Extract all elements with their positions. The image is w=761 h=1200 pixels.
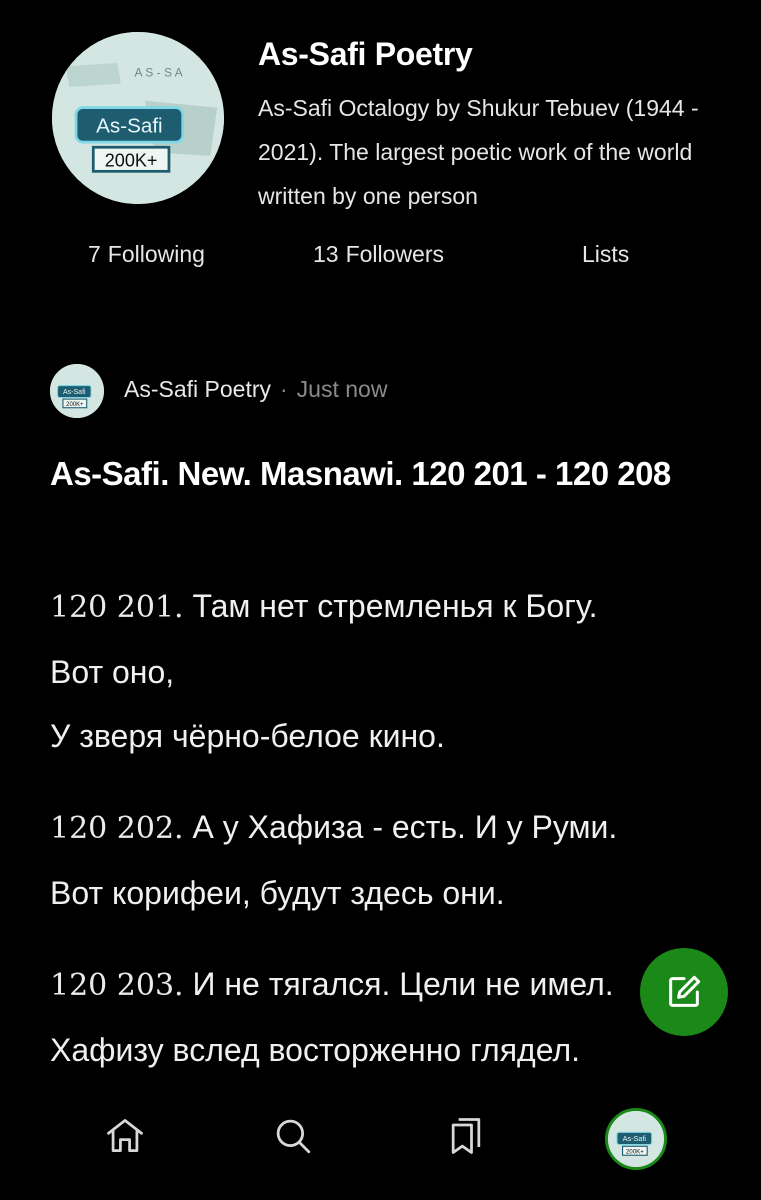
- nav-bookmarks-button[interactable]: [436, 1106, 496, 1166]
- lists-label: Lists: [582, 241, 630, 267]
- svg-text:200K+: 200K+: [66, 402, 84, 408]
- post-title[interactable]: As-Safi. New. Masnawi. 120 201 - 120 208: [50, 452, 690, 496]
- followers-label: Followers: [345, 241, 445, 267]
- nav-search-button[interactable]: [263, 1106, 323, 1166]
- verse-text: Там нет стремленья к Богу.: [192, 588, 598, 624]
- verse-text: А у Хафиза - есть. И у Руми.: [192, 809, 618, 845]
- post-author[interactable]: As-Safi Poetry: [124, 376, 271, 403]
- following-count: 7: [88, 241, 101, 267]
- verse-number: 120 203.: [50, 968, 184, 1003]
- svg-text:200K+: 200K+: [626, 1148, 644, 1155]
- verse-line: 120 203. И не тягался. Цели не имел.: [50, 952, 740, 1018]
- write-button[interactable]: [640, 948, 728, 1036]
- search-icon: [276, 1119, 311, 1154]
- as-safi-logo: As-Safi 200K+: [50, 364, 104, 418]
- following-link[interactable]: 7 Following: [88, 241, 205, 268]
- lists-link[interactable]: Lists: [582, 241, 629, 268]
- verse: 120 203. И не тягался. Цели не имел. Хаф…: [50, 952, 740, 1082]
- verse: 120 201. Там нет стремленья к Богу. Вот …: [50, 574, 740, 768]
- verse-line: Хафизу вслед восторженно глядел.: [50, 1032, 581, 1068]
- verse-number: 120 202.: [50, 811, 184, 846]
- svg-text:As-Safi: As-Safi: [623, 1134, 647, 1143]
- edit-icon: [669, 975, 701, 1007]
- bookmarks-icon: [451, 1118, 481, 1154]
- profile-avatar[interactable]: A S - S A As-Safi 200K+: [52, 32, 224, 204]
- svg-text:200K+: 200K+: [105, 151, 158, 171]
- post-meta: As-Safi Poetry · Just now: [124, 376, 387, 403]
- verse-line: Вот корифеи, будут здесь они.: [50, 875, 505, 911]
- post-author-avatar[interactable]: As-Safi 200K+: [50, 364, 104, 418]
- svg-text:A S - S A: A S - S A: [135, 66, 183, 80]
- followers-link[interactable]: 13 Followers: [313, 241, 444, 268]
- verse-line: 120 201. Там нет стремленья к Богу.: [50, 574, 740, 640]
- verse-line: Вот оно,: [50, 654, 175, 690]
- as-safi-logo: A S - S A As-Safi 200K+: [52, 32, 224, 204]
- as-safi-logo: As-Safi 200K+: [608, 1111, 664, 1167]
- nav-profile-button[interactable]: As-Safi 200K+: [605, 1108, 667, 1170]
- post-time: Just now: [296, 376, 388, 402]
- post-body[interactable]: 120 201. Там нет стремленья к Богу. Вот …: [50, 574, 740, 1109]
- verse-text: И не тягался. Цели не имел.: [192, 966, 614, 1002]
- following-label: Following: [107, 241, 205, 267]
- verse-number: 120 201.: [50, 590, 184, 625]
- svg-text:As-Safi: As-Safi: [96, 115, 162, 138]
- profile-bio: As-Safi Octalogy by Shukur Tebuev (1944 …: [258, 95, 699, 209]
- verse-line: 120 202. А у Хафиза - есть. И у Руми.: [50, 795, 740, 861]
- profile-name: As-Safi Poetry: [258, 36, 473, 72]
- followers-count: 13: [313, 241, 339, 267]
- verse: 120 202. А у Хафиза - есть. И у Руми. Во…: [50, 795, 740, 925]
- verse-line: У зверя чёрно-белое кино.: [50, 718, 445, 754]
- svg-text:As-Safi: As-Safi: [63, 389, 86, 396]
- nav-home-button[interactable]: [95, 1106, 155, 1166]
- home-icon: [107, 1119, 143, 1153]
- meta-separator: ·: [280, 376, 288, 402]
- bottom-nav: As-Safi 200K+: [0, 1080, 761, 1200]
